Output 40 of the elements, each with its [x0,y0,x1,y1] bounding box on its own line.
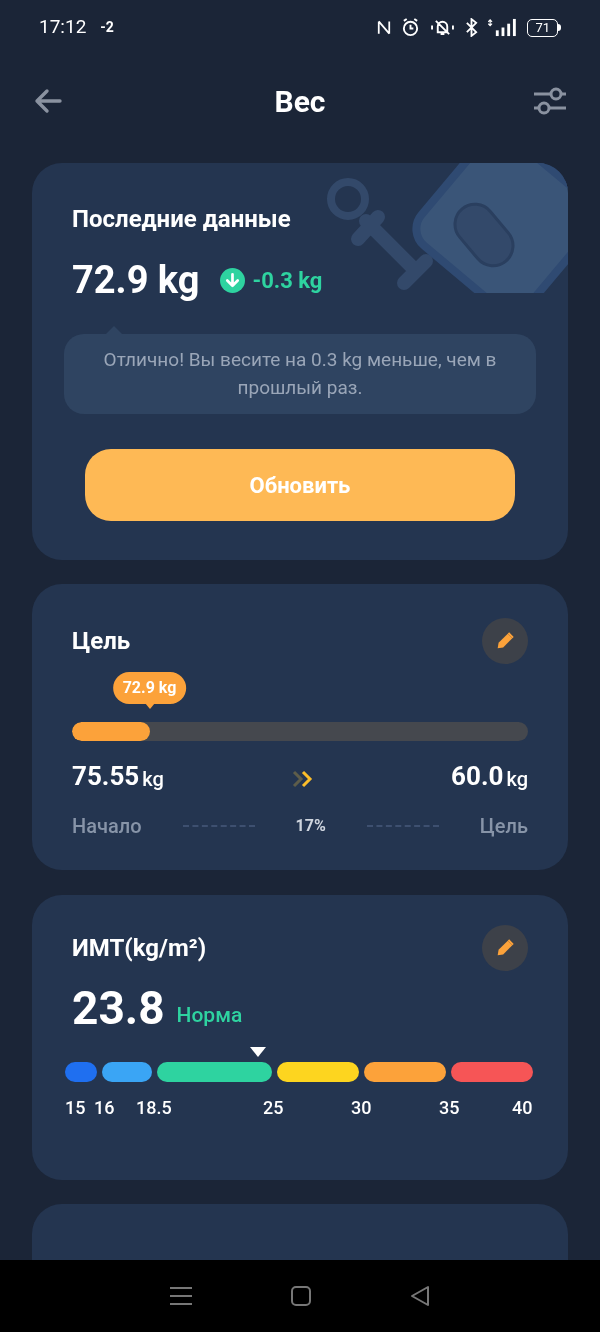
bmi-tick-label: 15 [65,1096,86,1120]
status-indicator: -2 [100,18,114,37]
battery-indicator: 71 [527,18,561,37]
sliders-icon [532,85,568,117]
card-title: ИМТ(kg/m²) [72,933,207,964]
bmi-tick-label: 18.5 [136,1096,172,1120]
bmi-value: 23.8 [72,985,165,1031]
nfc-icon [377,19,392,36]
unit-label: kg [506,769,528,789]
bmi-category: Норма [176,1001,243,1029]
home-icon[interactable] [290,1285,312,1307]
settings-button[interactable] [532,85,568,117]
bmi-tick-label: 25 [263,1096,284,1120]
progress-percent: 17% [295,815,326,837]
current-weight-bubble: 72.9 kg [112,672,187,704]
start-weight: 75.55 [72,763,140,789]
card-title: Цель [72,626,131,657]
muted-bell-icon [430,18,456,37]
bmi-tick-label: 30 [351,1096,372,1120]
weight-change: -0.3 kg [252,266,323,295]
clock-time: 17:12 [39,14,87,41]
target-label: Цель [479,813,528,840]
bmi-tick-label: 40 [512,1096,533,1120]
bluetooth-icon [465,18,479,37]
back-icon[interactable] [409,1285,432,1307]
edit-button[interactable] [482,925,528,971]
card-title: Последние данные [72,204,292,235]
bmi-tick-label: 16 [94,1096,115,1120]
alarm-icon [401,18,421,37]
feedback-message: Отлично! Вы весите на 0.3 kg меньше, чем в прошлый раз. [64,334,536,414]
unit-label: kg [142,769,164,789]
bmi-tick-label: 35 [439,1096,460,1120]
target-weight: 60.0 [451,763,504,789]
signal-icon [488,18,518,37]
start-label: Начало [72,813,142,840]
edit-button[interactable] [482,618,528,664]
page-title: Вес [274,82,326,121]
menu-icon[interactable] [168,1286,193,1306]
update-button[interactable]: Обновить [85,449,515,521]
weight-value: 72.9 kg [72,261,200,299]
